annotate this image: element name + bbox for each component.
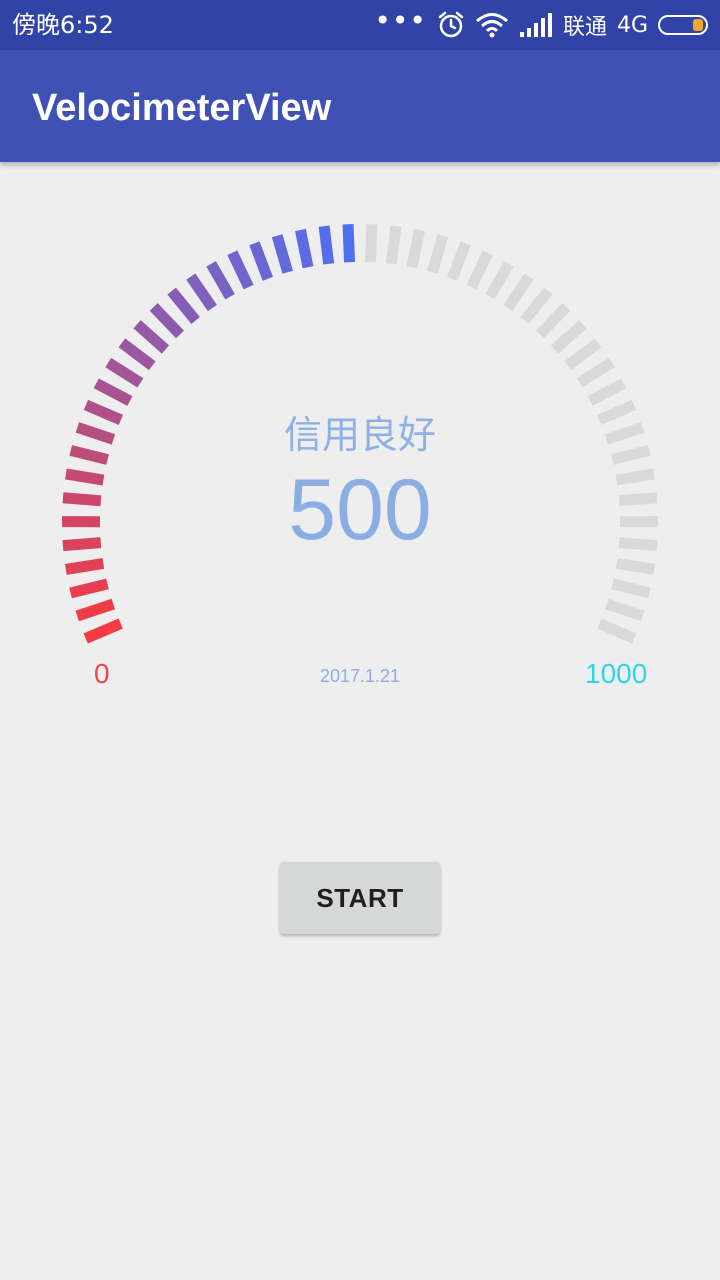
- gauge-segment-active: [64, 557, 105, 575]
- start-button[interactable]: START: [280, 862, 440, 934]
- gauge-segment-inactive: [564, 338, 602, 371]
- gauge-segment-inactive: [503, 273, 534, 312]
- gauge-segment-active: [249, 241, 274, 281]
- gauge-segment-inactive: [520, 287, 553, 325]
- gauge-segment-active: [167, 287, 200, 325]
- app-title: VelocimeterView: [32, 87, 332, 129]
- velocimeter-gauge: 信用良好 500 0 1000 2017.1.21: [0, 162, 720, 722]
- battery-icon: [658, 15, 708, 35]
- gauge-segment-active: [69, 578, 109, 599]
- gauge-date: 2017.1.21: [319, 666, 401, 686]
- gauge-segment-active: [105, 357, 144, 388]
- status-bar: 傍晚6:52 ••• 联通 4G: [0, 0, 720, 50]
- gauge-segment-inactive: [536, 303, 571, 339]
- gauge-segment-inactive: [615, 557, 656, 575]
- gauge-segment-inactive: [446, 241, 471, 281]
- gauge-segment-inactive: [550, 320, 587, 354]
- gauge-segment-inactive: [364, 224, 378, 263]
- status-time: 傍晚6:52: [12, 11, 114, 39]
- app-bar: VelocimeterView: [0, 50, 720, 162]
- gauge-segment-active: [93, 378, 133, 406]
- gauge-segment-inactive: [597, 618, 637, 644]
- gauge-segment-active: [318, 225, 335, 265]
- gauge-segment-inactive: [604, 598, 645, 622]
- status-icons: ••• 联通 4G: [364, 4, 708, 42]
- gauge-segment-inactive: [385, 225, 402, 265]
- gauge-status-text: 信用良好: [283, 413, 436, 457]
- gauge-segment-active: [75, 598, 116, 622]
- gauge-segment-inactive: [485, 261, 514, 300]
- gauge-segment-active: [186, 273, 217, 312]
- carrier-label: 联通: [562, 15, 607, 40]
- gauge-segment-active: [227, 250, 254, 290]
- network-type-label: 4G: [616, 12, 648, 38]
- signal-icon: [519, 13, 552, 37]
- gauge-segment-inactive: [466, 250, 493, 290]
- gauge-segment-inactive: [427, 234, 449, 274]
- alarm-icon: [438, 11, 464, 38]
- gauge-value: 500: [288, 462, 432, 558]
- battery-level: [693, 19, 703, 31]
- gauge-segment-active: [271, 234, 293, 274]
- gauge-segment-active: [118, 338, 156, 371]
- gauge-segment-active: [149, 303, 184, 339]
- gauge-segment-inactive: [611, 578, 651, 599]
- gauge-segment-active: [206, 261, 235, 300]
- more-dots-icon: •••: [374, 3, 427, 37]
- gauge-segment-inactive: [406, 228, 425, 269]
- gauge-segment-active: [133, 320, 170, 354]
- gauge-segment-inactive: [576, 357, 615, 388]
- gauge-segment-inactive: [587, 378, 627, 406]
- gauge-segment-active: [342, 224, 356, 263]
- gauge-segment-active: [83, 618, 123, 644]
- wifi-icon: [475, 13, 508, 38]
- gauge-segment-active: [295, 228, 314, 269]
